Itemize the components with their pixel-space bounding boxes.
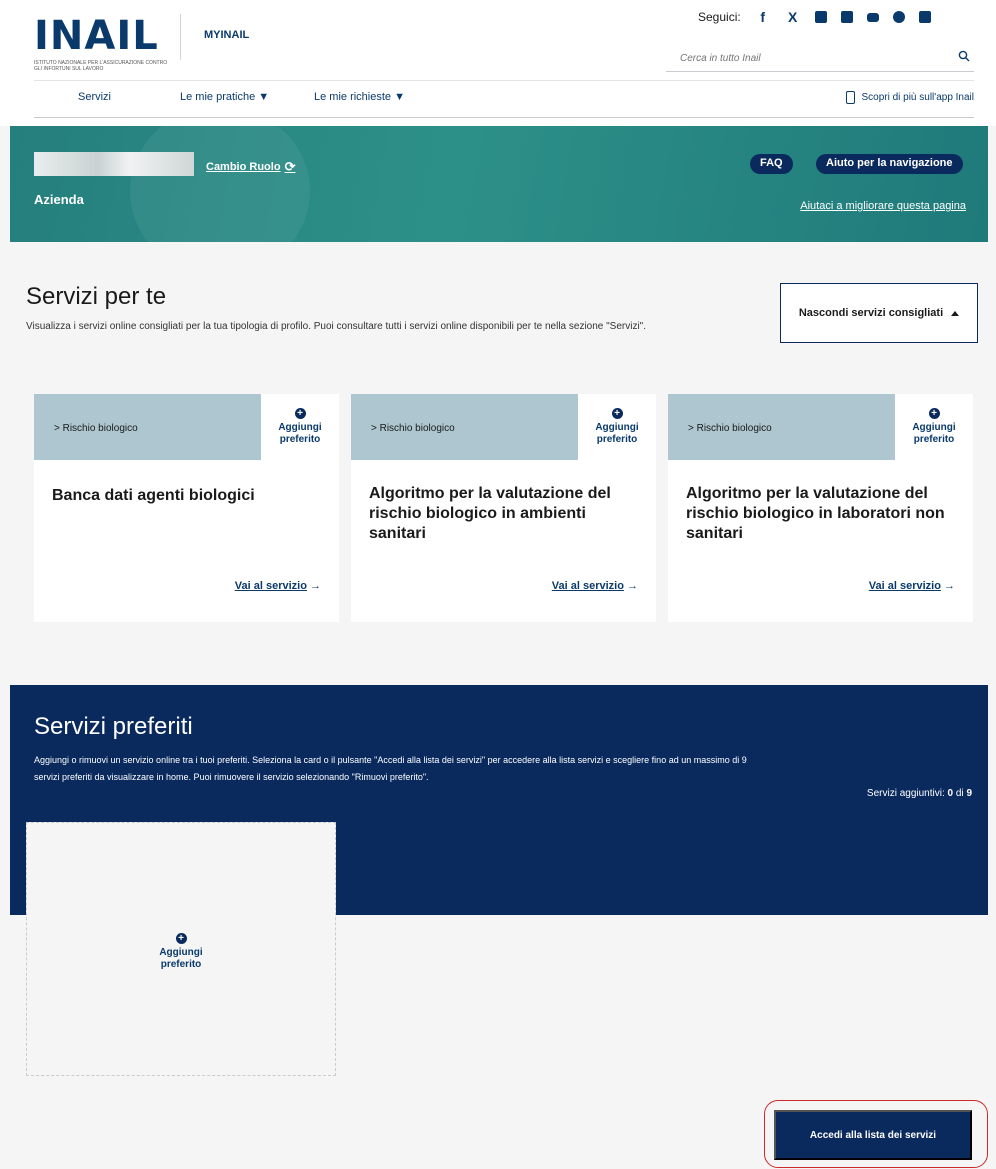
youtube-icon[interactable] <box>866 12 879 22</box>
rss-icon[interactable] <box>918 11 931 23</box>
plus-circle-icon: + <box>611 408 623 419</box>
app-name: MYINAIL <box>204 29 250 41</box>
smartphone-icon <box>846 91 856 104</box>
add-favorite-label: Aggiungi preferito <box>278 422 322 445</box>
add-favorite-button[interactable]: + Aggiungi preferito <box>578 408 656 446</box>
card-category: > Rischio biologico <box>668 394 895 460</box>
app-promo-link[interactable]: Scopri di più sull'app Inail <box>846 91 974 104</box>
add-favorite-label: Aggiungi preferito <box>912 422 956 445</box>
add-favorite-label: Aggiungi preferito <box>595 422 639 445</box>
service-card[interactable]: > Rischio biologico + Aggiungi preferito… <box>34 394 339 622</box>
site-search <box>666 46 974 72</box>
app-promo-label: Scopri di più sull'app Inail <box>861 92 974 103</box>
add-favorite-content: + Aggiungi preferito <box>27 933 335 971</box>
go-to-service-label: Vai al servizio <box>551 580 624 592</box>
arrow-right-icon: → <box>310 580 321 592</box>
go-to-service-link[interactable]: Vai al servizio → <box>235 580 321 592</box>
nav-item-le-mie-richieste[interactable]: Le mie richieste ▼ <box>314 91 405 103</box>
cambio-ruolo-link[interactable]: Cambio Ruolo ⟳ <box>206 159 295 175</box>
profile-banner: Cambio Ruolo ⟳ Azienda FAQ Aiuto per la … <box>10 126 988 242</box>
podcast-icon[interactable] <box>892 11 905 23</box>
add-favorite-card[interactable]: + Aggiungi preferito <box>26 822 336 1076</box>
go-to-service-label: Vai al servizio <box>234 580 307 592</box>
card-title: Algoritmo per la valutazione del rischio… <box>686 485 945 542</box>
favorites-counter-value: 0 <box>947 788 954 799</box>
banner-decoration <box>130 126 310 242</box>
hide-suggested-button[interactable]: Nascondi servizi consigliati <box>780 283 978 343</box>
hide-suggested-label: Nascondi servizi consigliati <box>798 307 944 319</box>
linkedin-icon[interactable] <box>840 11 853 23</box>
search-icon[interactable] <box>958 50 970 62</box>
service-card[interactable]: > Rischio biologico + Aggiungi preferito… <box>668 394 973 622</box>
plus-circle-icon: + <box>294 408 306 419</box>
faq-button[interactable]: FAQ <box>750 154 793 174</box>
social-bar: Seguici: f X <box>698 6 931 28</box>
plus-circle-icon: + <box>928 408 940 419</box>
logo-text: INAIL <box>34 13 159 59</box>
inail-logo[interactable]: INAIL ISTITUTO NAZIONALE PER L'ASSICURAZ… <box>34 13 184 72</box>
card-title: Algoritmo per la valutazione del rischio… <box>369 485 611 542</box>
x-icon[interactable]: X <box>785 9 801 25</box>
arrow-right-icon: → <box>944 580 955 592</box>
favorites-title: Servizi preferiti <box>34 713 193 740</box>
favorites-description: Aggiungi o rimuovi un servizio online tr… <box>34 755 747 782</box>
masked-company-name <box>34 152 194 176</box>
go-to-service-link[interactable]: Vai al servizio → <box>552 580 638 592</box>
go-to-service-link[interactable]: Vai al servizio → <box>869 580 955 592</box>
search-input[interactable] <box>666 46 936 70</box>
instagram-icon[interactable] <box>814 11 827 23</box>
logo-divider <box>180 14 181 60</box>
go-to-service-label: Vai al servizio <box>868 580 941 592</box>
favorites-counter: Servizi aggiuntivi: 0 di 9 <box>867 788 972 799</box>
nav-item-le-mie-pratiche[interactable]: Le mie pratiche ▼ <box>180 91 269 103</box>
help-navigation-button[interactable]: Aiuto per la navigazione <box>816 154 963 174</box>
logo-subtitle: ISTITUTO NAZIONALE PER L'ASSICURAZIONE C… <box>34 60 168 72</box>
arrow-right-icon: → <box>627 580 638 592</box>
site-header: INAIL ISTITUTO NAZIONALE PER L'ASSICURAZ… <box>0 0 996 126</box>
cambio-ruolo-label: Cambio Ruolo <box>206 161 281 173</box>
add-favorite-button[interactable]: + Aggiungi preferito <box>261 408 339 446</box>
card-category: > Rischio biologico <box>34 394 261 460</box>
nav-item-servizi[interactable]: Servizi <box>78 91 111 103</box>
access-services-list-button[interactable]: Accedi alla lista dei servizi <box>774 1110 972 1160</box>
favorites-counter-label: Servizi aggiuntivi: <box>866 788 945 799</box>
plus-circle-icon: + <box>175 933 187 944</box>
refresh-icon: ⟳ <box>284 159 296 174</box>
add-favorite-button[interactable]: + Aggiungi preferito <box>895 408 973 446</box>
improve-page-link[interactable]: Aiutaci a migliorare questa pagina <box>800 200 966 212</box>
card-category: > Rischio biologico <box>351 394 578 460</box>
main-nav: Servizi Le mie pratiche ▼ Le mie richies… <box>34 80 974 118</box>
card-title: Banca dati agenti biologici <box>52 487 255 504</box>
add-favorite-card-label: Aggiungi preferito <box>159 947 203 970</box>
role-label: Azienda <box>34 192 84 207</box>
suggested-services-title: Servizi per te <box>26 283 167 310</box>
favorites-counter-max: 9 <box>966 788 972 799</box>
favorites-counter-of: di <box>955 788 964 799</box>
suggested-services-description: Visualizza i servizi online consigliati … <box>26 321 647 332</box>
follow-label: Seguici: <box>698 10 741 24</box>
service-card[interactable]: > Rischio biologico + Aggiungi preferito… <box>351 394 656 622</box>
caret-up-icon <box>951 310 960 316</box>
facebook-icon[interactable]: f <box>755 9 771 25</box>
